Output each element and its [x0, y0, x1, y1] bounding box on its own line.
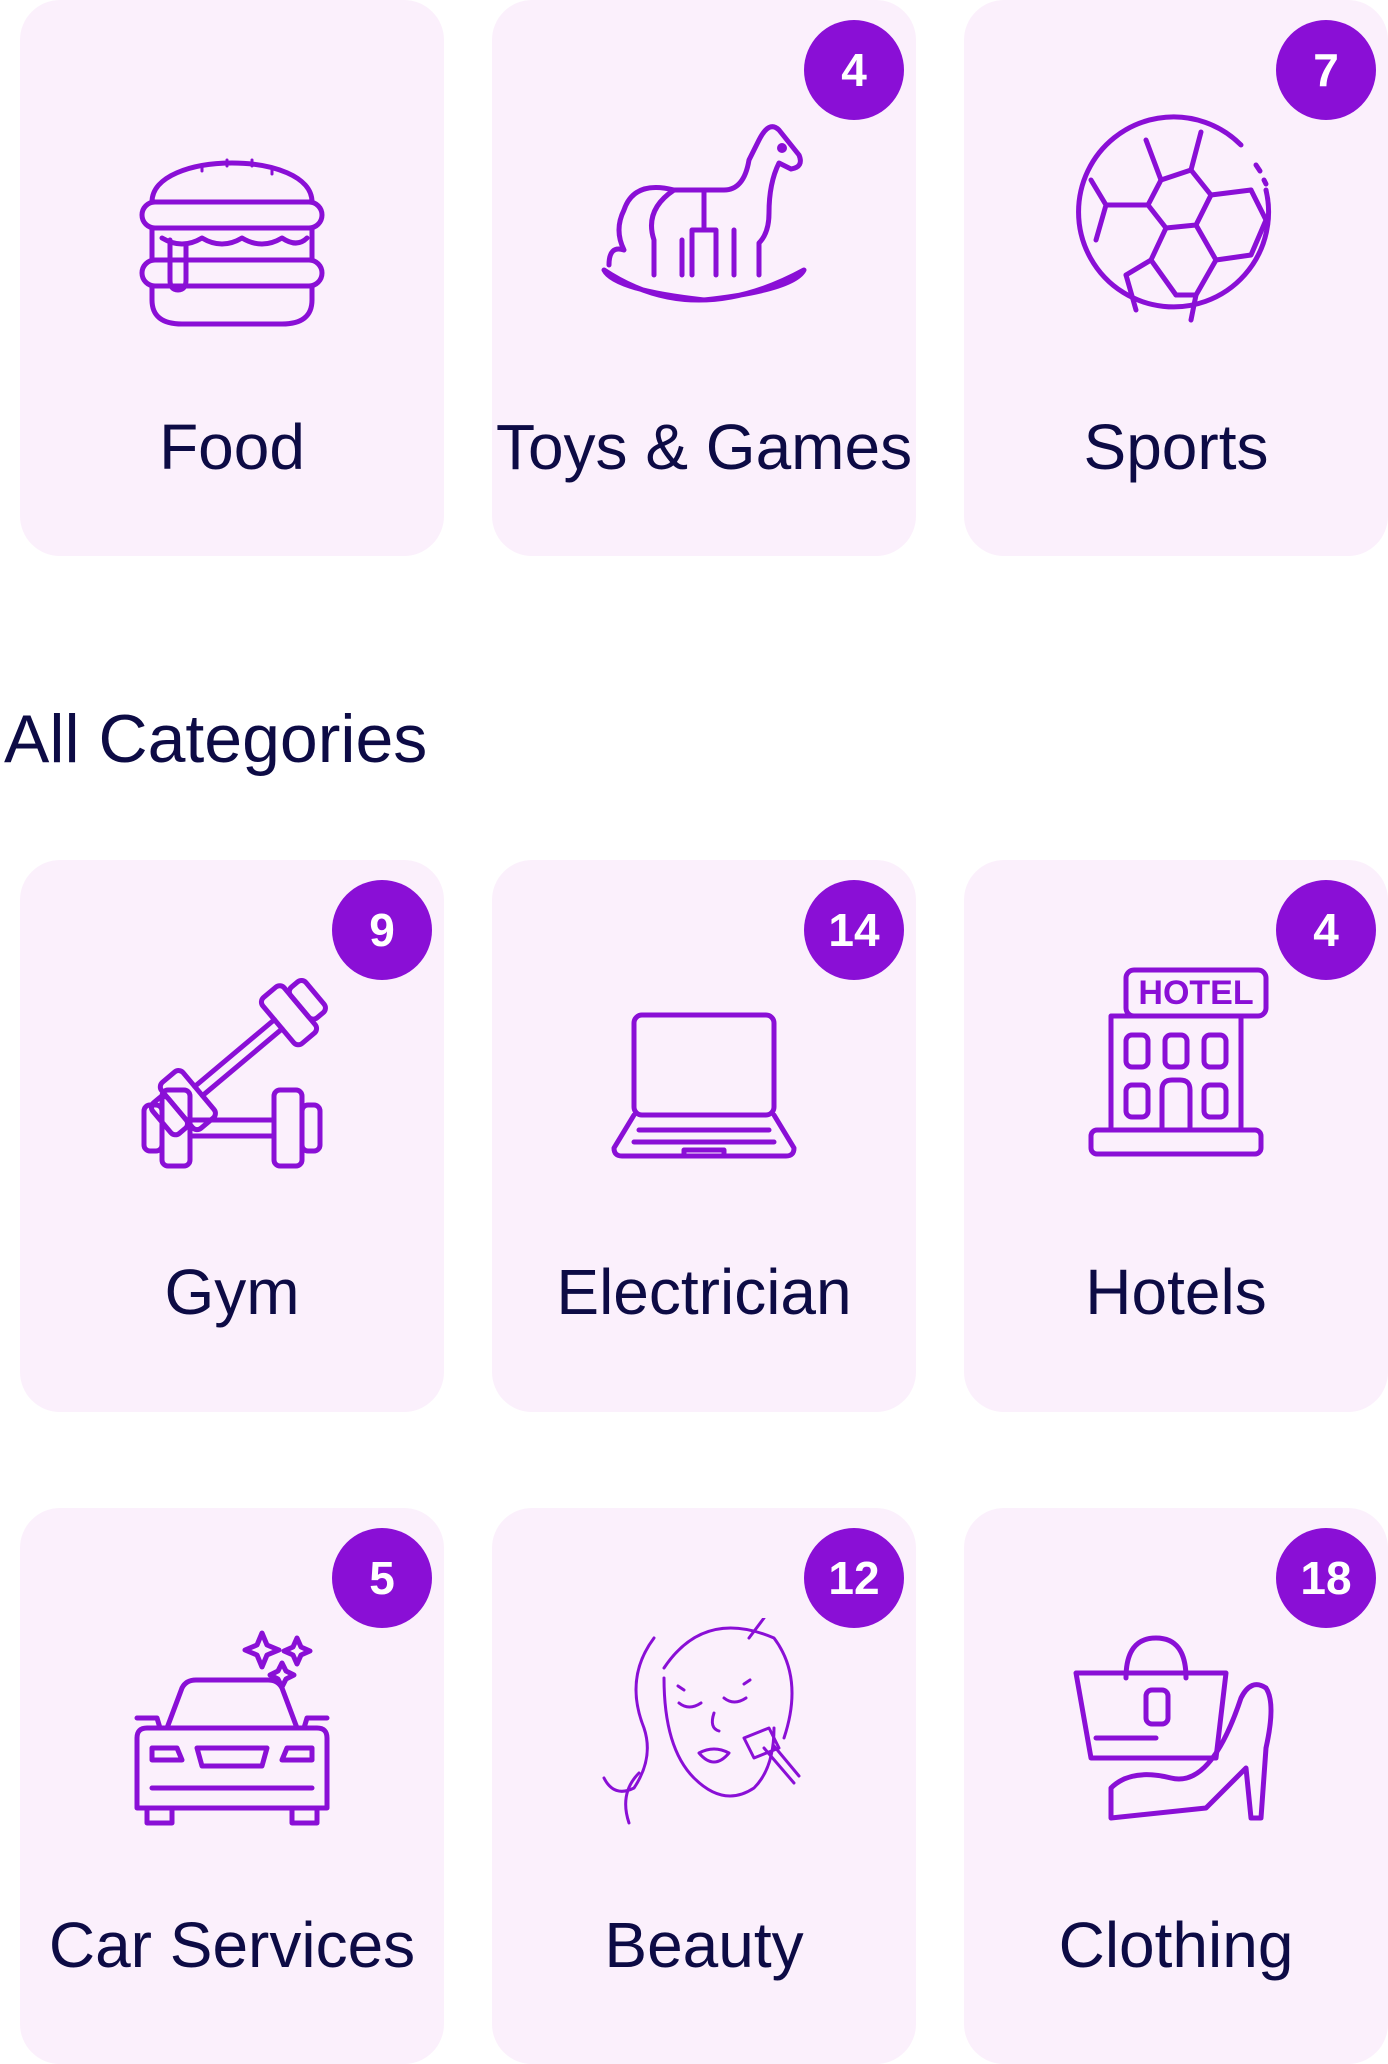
count-badge: 12: [804, 1528, 904, 1628]
category-card-gym[interactable]: 9 Gym: [20, 860, 444, 1412]
count-badge: 14: [804, 880, 904, 980]
laptop-icon: [594, 970, 814, 1190]
category-card-beauty[interactable]: 12 Beauty: [492, 1508, 916, 2064]
category-label: Beauty: [604, 1909, 804, 1981]
category-label: Food: [159, 411, 305, 483]
count-badge: 18: [1276, 1528, 1376, 1628]
category-card-electrician[interactable]: 14 Electrician: [492, 860, 916, 1412]
category-card-food[interactable]: Food: [20, 0, 444, 556]
category-label: Clothing: [1058, 1909, 1294, 1981]
count-badge: 9: [332, 880, 432, 980]
category-label: Toys & Games: [495, 411, 913, 483]
hotel-icon: HOTEL: [1066, 960, 1286, 1180]
burger-icon: [122, 110, 342, 330]
count-badge: 4: [804, 20, 904, 120]
bag-and-heel-icon: [1066, 1618, 1286, 1838]
category-card-sports[interactable]: 7 Sports: [964, 0, 1388, 556]
category-label: Car Services: [48, 1909, 416, 1981]
car-sparkle-icon: [122, 1618, 342, 1838]
category-card-car-services[interactable]: 5 Car Services: [20, 1508, 444, 2064]
category-card-hotels[interactable]: 4 HOTEL Hotels: [964, 860, 1388, 1412]
category-label: Gym: [164, 1256, 300, 1328]
count-badge: 7: [1276, 20, 1376, 120]
category-label: Sports: [1083, 411, 1269, 483]
category-card-clothing[interactable]: 18 Clothing: [964, 1508, 1388, 2064]
hotel-sign-text: HOTEL: [1138, 974, 1253, 1012]
count-badge: 5: [332, 1528, 432, 1628]
category-card-toys-games[interactable]: 4 Toys & Games: [492, 0, 916, 556]
makeup-face-icon: [594, 1618, 814, 1838]
category-label: Hotels: [1085, 1256, 1267, 1328]
rocking-horse-icon: [594, 110, 814, 330]
section-title: All Categories: [4, 701, 428, 777]
soccer-ball-icon: [1066, 110, 1286, 330]
dumbbell-icon: [122, 970, 342, 1190]
count-badge: 4: [1276, 880, 1376, 980]
category-label: Electrician: [556, 1256, 852, 1328]
